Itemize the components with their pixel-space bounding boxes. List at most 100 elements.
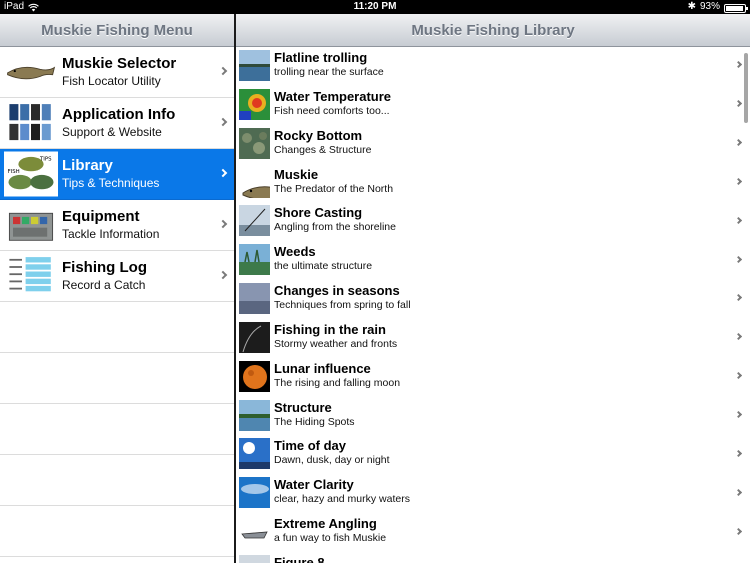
menu-item-title: Application Info xyxy=(62,106,176,123)
menu-item-subtitle: Fish Locator Utility xyxy=(62,74,161,88)
sun-icon xyxy=(239,438,270,470)
chevron-right-icon xyxy=(218,168,228,178)
library-item-water-clarity[interactable]: Water Clarity clear, hazy and murky water… xyxy=(236,474,750,514)
library-item-fishing-in-the-rain[interactable]: Fishing in the rain Stormy weather and fr… xyxy=(236,318,750,358)
library-scrollbar[interactable] xyxy=(744,53,748,123)
library-item-subtitle: the ultimate structure xyxy=(274,260,373,273)
library-pane: Muskie Fishing Library Flatline trolling… xyxy=(236,14,750,563)
library-item-subtitle: Dawn, dusk, day or night xyxy=(274,454,390,467)
fish-tips-icon: FISH TIPS xyxy=(4,151,58,197)
chevron-right-icon xyxy=(734,216,743,224)
menu-item-application-info[interactable]: Application Info Support & Website xyxy=(0,98,234,149)
library-item-title: Flatline trolling xyxy=(274,50,368,65)
library-item-structure[interactable]: Structure The Hiding Spots xyxy=(236,396,750,436)
status-bar: iPad 11:20 PM ✱ 93% xyxy=(0,0,750,14)
library-item-lunar-influence[interactable]: Lunar influence The rising and falling mo… xyxy=(236,357,750,397)
menu-item-library[interactable]: FISH TIPS Library Tips & Techniques xyxy=(0,149,234,200)
empty-row xyxy=(0,455,234,506)
library-item-subtitle: Stormy weather and fronts xyxy=(274,337,398,350)
menu-item-subtitle: Record a Catch xyxy=(62,278,146,292)
fishing-log-icon xyxy=(4,253,58,299)
empty-row xyxy=(0,353,234,404)
library-item-extreme-angling[interactable]: Extreme Angling a fun way to fish Muskie xyxy=(236,513,750,552)
muskie-fish-icon xyxy=(4,49,58,95)
menu-item-equipment[interactable]: Equipment Tackle Information xyxy=(0,200,234,251)
library-item-muskie[interactable]: Muskie The Predator of the North xyxy=(236,163,750,203)
chevron-right-icon xyxy=(218,219,228,229)
library-item-title: Muskie xyxy=(274,166,319,182)
library-item-title: Water Temperature xyxy=(274,88,392,104)
empty-row xyxy=(0,404,234,455)
menu-item-fishing-log[interactable]: Fishing Log Record a Catch xyxy=(0,251,234,302)
menu-item-subtitle: Support & Website xyxy=(62,125,162,139)
clock: 11:20 PM xyxy=(353,1,397,12)
library-item-rocky-bottom[interactable]: Rocky Bottom Changes & Structure xyxy=(236,124,750,164)
library-item-title: Rocky Bottom xyxy=(274,127,363,143)
menu-item-title: Fishing Log xyxy=(62,259,147,276)
chevron-right-icon xyxy=(734,488,743,496)
library-item-flatline-trolling[interactable]: Flatline trolling trolling near the surfa… xyxy=(236,47,750,86)
chevron-right-icon xyxy=(734,294,743,302)
menu-item-title: Equipment xyxy=(62,208,140,225)
rain-icon xyxy=(239,321,270,353)
library-item-subtitle: The Predator of the North xyxy=(274,182,394,195)
moon-icon xyxy=(239,360,270,392)
menu-item-muskie-selector[interactable]: Muskie Selector Fish Locator Utility xyxy=(0,47,234,98)
library-item-subtitle: The Hiding Spots xyxy=(274,415,355,428)
library-list[interactable]: Flatline trolling trolling near the surfa… xyxy=(236,47,750,563)
rocky-bottom-icon xyxy=(239,127,270,159)
library-item-subtitle: Techniques from spring to fall xyxy=(274,299,411,312)
library-item-changes-in-seasons[interactable]: Changes in seasons Techniques from spring… xyxy=(236,280,750,319)
boat-icon xyxy=(239,516,270,548)
library-item-water-temperature[interactable]: Water Temperature Fish need comforts too.… xyxy=(236,85,750,125)
chevron-right-icon xyxy=(734,527,743,535)
library-item-weeds[interactable]: Weeds the ultimate structure xyxy=(236,241,750,281)
library-item-shore-casting[interactable]: Shore Casting Angling from the shoreline xyxy=(236,202,750,242)
library-item-title: Figure 8 xyxy=(274,554,325,563)
menu-list: Muskie Selector Fish Locator Utility Appli… xyxy=(0,47,234,557)
library-item-title: Shore Casting xyxy=(274,205,363,221)
water-clarity-icon xyxy=(239,477,270,509)
chevron-right-icon xyxy=(734,61,743,69)
library-item-title: Structure xyxy=(274,399,332,415)
chevron-right-icon xyxy=(734,100,743,108)
bluetooth-icon: ✱ xyxy=(687,1,696,12)
menu-item-title: Library xyxy=(62,157,113,174)
library-item-title: Fishing in the rain xyxy=(274,321,386,337)
library-item-time-of-day[interactable]: Time of day Dawn, dusk, day or night xyxy=(236,435,750,475)
tackle-box-icon xyxy=(4,202,58,248)
lake-view-icon xyxy=(239,50,270,81)
chevron-right-icon xyxy=(218,117,228,127)
chevron-right-icon xyxy=(734,372,743,380)
muskie-fish-icon xyxy=(239,166,270,198)
library-item-subtitle: The rising and falling moon xyxy=(274,376,401,389)
chevron-right-icon xyxy=(218,66,228,76)
library-item-figure-8[interactable]: Figure 8 xyxy=(236,551,750,563)
battery-percent: 93% xyxy=(699,1,720,12)
library-item-title: Changes in seasons xyxy=(274,283,400,299)
figure-8-icon xyxy=(239,554,270,563)
library-item-subtitle: Fish need comforts too... xyxy=(274,104,390,117)
library-item-subtitle: Changes & Structure xyxy=(274,143,372,156)
menu-navbar-title: Muskie Fishing Menu xyxy=(0,14,234,47)
library-item-title: Lunar influence xyxy=(274,360,371,376)
library-item-subtitle: clear, hazy and murky waters xyxy=(274,493,410,506)
library-item-subtitle: trolling near the surface xyxy=(274,66,384,78)
library-item-title: Weeds xyxy=(274,244,316,260)
temperature-map-icon xyxy=(239,88,270,120)
library-item-subtitle: a fun way to fish Muskie xyxy=(274,532,387,545)
library-item-subtitle: Angling from the shoreline xyxy=(274,221,396,234)
chevron-right-icon xyxy=(734,177,743,185)
chevron-right-icon xyxy=(734,410,743,419)
chevron-right-icon xyxy=(734,139,743,147)
empty-row xyxy=(0,506,234,557)
structure-icon xyxy=(239,399,270,431)
chevron-right-icon xyxy=(734,255,743,263)
seasons-icon xyxy=(239,283,270,315)
library-item-title: Time of day xyxy=(274,438,347,454)
chevron-right-icon xyxy=(734,449,743,457)
menu-item-subtitle: Tips & Techniques xyxy=(62,176,160,190)
battery-icon xyxy=(724,3,748,13)
menu-item-subtitle: Tackle Information xyxy=(62,227,160,241)
menu-item-title: Muskie Selector xyxy=(62,55,177,72)
